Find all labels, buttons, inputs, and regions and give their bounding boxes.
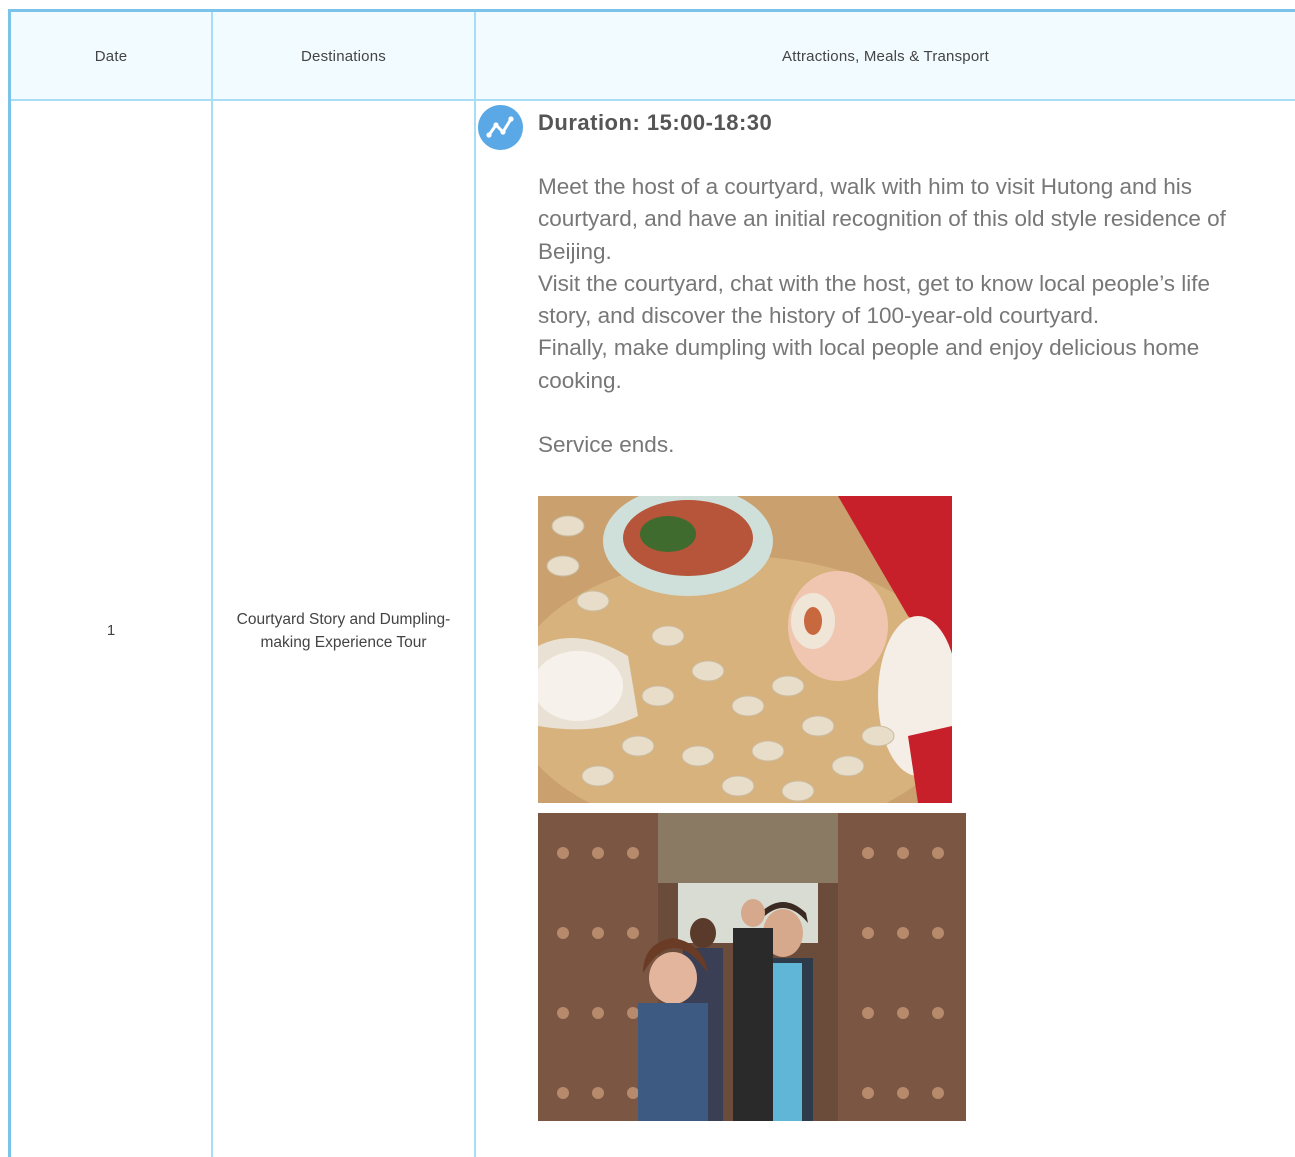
header-destinations: Destinations [301,48,386,65]
duration-heading: Duration: 15:00-18:30 [538,110,773,135]
itinerary-page: Date Destinations Attractions, Meals & T… [0,0,1295,1157]
description-paragraph: Meet the host of a courtyard, walk with … [538,174,1226,264]
header-date: Date [94,48,128,65]
activity-description: Meet the host of a courtyard, walk with … [538,171,1228,461]
description-paragraph: Finally, make dumpling with local people… [538,335,1200,393]
cell-date: 1 [11,101,211,1157]
table-header-row: Date Destinations Attractions, Meals & T… [11,12,1295,101]
header-attractions: Attractions, Meals & Transport [782,48,989,65]
column-divider [474,12,476,1157]
courtyard-group-photo [538,813,966,1121]
description-paragraph: Visit the courtyard, chat with the host,… [538,270,1211,329]
route-icon [478,105,523,150]
destination-name: Courtyard Story and Dumpling-making Expe… [236,610,451,651]
day-number: 1 [106,622,116,639]
service-ends-text: Service ends. [538,432,675,458]
cell-destination: Courtyard Story and Dumpling-making Expe… [213,101,474,1157]
dumpling-making-photo [538,496,952,803]
